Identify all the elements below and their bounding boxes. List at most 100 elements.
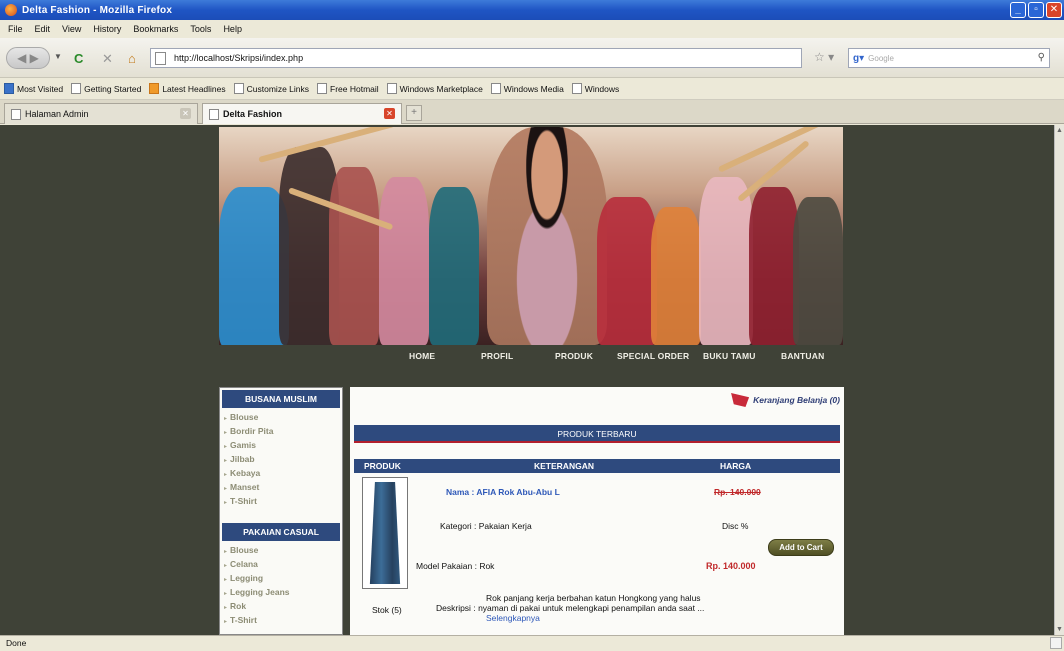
- nav-profil[interactable]: PROFIL: [481, 351, 513, 361]
- stop-icon[interactable]: ✕: [102, 51, 113, 67]
- column-header: KETERANGAN: [534, 461, 594, 471]
- bookmark-free-hotmail[interactable]: Free Hotmail: [317, 83, 379, 94]
- category-link[interactable]: Blouse: [224, 411, 342, 425]
- category-list: Blouse Bordir Pita Gamis Jilbab Kebaya M…: [220, 410, 342, 513]
- back-forward-button[interactable]: ◀ ▶: [6, 47, 50, 69]
- firefox-icon: [5, 4, 17, 16]
- site-nav: HOME PROFIL PRODUK SPECIAL ORDER BUKU TA…: [219, 345, 843, 367]
- shopping-bag-icon: [731, 393, 750, 407]
- vertical-scrollbar[interactable]: ▲ ▼: [1054, 125, 1064, 635]
- home-icon[interactable]: ⌂: [128, 51, 136, 66]
- category-link[interactable]: T-Shirt: [224, 495, 342, 509]
- nav-special-order[interactable]: SPECIAL ORDER: [617, 351, 689, 361]
- scroll-up-icon[interactable]: ▲: [1056, 127, 1063, 134]
- window-controls: _ ▫ ✕: [1010, 2, 1062, 18]
- reload-icon[interactable]: C: [74, 51, 83, 66]
- close-window-button[interactable]: ✕: [1046, 2, 1062, 18]
- old-price: Rp. 140.000: [714, 487, 761, 497]
- status-text: Done: [6, 638, 27, 648]
- page-icon: [233, 83, 244, 94]
- page-icon: [317, 83, 327, 94]
- address-url: http://localhost/Skripsi/index.php: [174, 53, 304, 63]
- bookmark-star-icon[interactable]: ☆ ▾: [814, 50, 834, 64]
- search-icon[interactable]: ⚲: [1038, 52, 1045, 63]
- category-link[interactable]: Kebaya: [224, 467, 342, 481]
- banner-dress: [379, 177, 429, 345]
- category-heading: BUSANA MUSLIM: [222, 390, 340, 408]
- nav-produk[interactable]: PRODUK: [555, 351, 593, 361]
- page-icon: [209, 108, 219, 120]
- menu-tools[interactable]: Tools: [190, 24, 211, 34]
- menu-bookmarks[interactable]: Bookmarks: [133, 24, 178, 34]
- add-to-cart-button[interactable]: Add to Cart: [768, 539, 834, 556]
- site-banner: [219, 127, 843, 345]
- page-viewport: HOME PROFIL PRODUK SPECIAL ORDER BUKU TA…: [0, 125, 1054, 635]
- bookmark-windows-media[interactable]: Windows Media: [490, 83, 564, 94]
- category-link[interactable]: T-Shirt: [224, 614, 342, 628]
- product-image[interactable]: [362, 477, 408, 589]
- category-link[interactable]: Rok: [224, 600, 342, 614]
- description-line: Rok panjang kerja berbahan katun Hongkon…: [486, 593, 701, 603]
- bookmark-getting-started[interactable]: Getting Started: [71, 83, 141, 94]
- section-title: PRODUK TERBARU: [354, 425, 840, 443]
- rss-icon: [149, 83, 160, 94]
- tab-halaman-admin[interactable]: Halaman Admin ✕: [4, 103, 198, 124]
- maximize-button[interactable]: ▫: [1028, 2, 1044, 18]
- minimize-button[interactable]: _: [1010, 2, 1026, 18]
- scroll-down-icon[interactable]: ▼: [1056, 626, 1063, 633]
- menu-view[interactable]: View: [62, 24, 81, 34]
- banner-dress: [699, 177, 753, 345]
- bookmark-windows[interactable]: Windows: [571, 83, 619, 94]
- nav-bantuan[interactable]: BANTUAN: [781, 351, 824, 361]
- column-header: HARGA: [720, 461, 752, 471]
- most-visited-icon: [4, 83, 14, 94]
- product-model: Model Pakaian : Rok: [416, 561, 495, 571]
- description-label: Deskripsi :: [436, 603, 476, 613]
- menu-help[interactable]: Help: [223, 24, 242, 34]
- category-heading: PAKAIAN CASUAL: [222, 523, 340, 541]
- menu-file[interactable]: File: [8, 24, 23, 34]
- category-link[interactable]: Manset: [224, 481, 342, 495]
- tab-label: Halaman Admin: [25, 109, 89, 119]
- nav-home[interactable]: HOME: [409, 351, 435, 361]
- category-link[interactable]: Jilbab: [224, 453, 342, 467]
- bookmark-most-visited[interactable]: Most Visited: [4, 83, 63, 94]
- category-link[interactable]: Legging Jeans: [224, 586, 342, 600]
- close-tab-icon[interactable]: ✕: [384, 108, 395, 119]
- category-link[interactable]: Gamis: [224, 439, 342, 453]
- tab-delta-fashion[interactable]: Delta Fashion ✕: [202, 103, 402, 124]
- banner-dress: [329, 167, 379, 345]
- category-sidebar: BUSANA MUSLIM Blouse Bordir Pita Gamis J…: [219, 387, 343, 635]
- product-name[interactable]: Nama : AFIA Rok Abu-Abu L: [446, 487, 560, 497]
- page-icon: [155, 51, 166, 65]
- bookmark-windows-marketplace[interactable]: Windows Marketplace: [386, 83, 483, 94]
- description-line: nyaman di pakai untuk melengkapi penampi…: [478, 603, 705, 613]
- bookmark-customize-links[interactable]: Customize Links: [233, 83, 309, 94]
- google-icon[interactable]: g▾: [853, 53, 864, 64]
- category-link[interactable]: Blouse: [224, 544, 342, 558]
- close-tab-icon[interactable]: ✕: [180, 108, 191, 119]
- navigation-toolbar: ◀ ▶ ▼ C ✕ ⌂ http://localhost/Skripsi/ind…: [0, 38, 1064, 78]
- category-link[interactable]: Bordir Pita: [224, 425, 342, 439]
- shopping-cart-link[interactable]: Keranjang Belanja (0): [731, 393, 840, 407]
- new-tab-button[interactable]: +: [406, 105, 422, 121]
- category-link[interactable]: Legging: [224, 572, 342, 586]
- search-box[interactable]: g▾ Google ⚲: [848, 48, 1050, 68]
- history-dropdown-icon[interactable]: ▼: [54, 52, 62, 61]
- cart-label: Keranjang Belanja (0): [753, 395, 840, 405]
- address-bar[interactable]: http://localhost/Skripsi/index.php: [150, 48, 802, 68]
- nav-buku-tamu[interactable]: BUKU TAMU: [703, 351, 756, 361]
- window-title: Delta Fashion - Mozilla Firefox: [22, 4, 173, 16]
- resize-grip-icon[interactable]: [1050, 637, 1062, 649]
- product-description: Rok panjang kerja berbahan katun Hongkon…: [436, 593, 756, 623]
- menu-edit[interactable]: Edit: [35, 24, 51, 34]
- menu-history[interactable]: History: [93, 24, 121, 34]
- product-price: Rp. 140.000: [706, 561, 756, 571]
- add-to-cart-label: Add to Cart: [779, 543, 823, 552]
- window-title-bar: Delta Fashion - Mozilla Firefox _ ▫ ✕: [0, 0, 1064, 20]
- read-more-link[interactable]: Selengkapnya: [486, 613, 540, 623]
- tab-label: Delta Fashion: [223, 109, 283, 119]
- category-link[interactable]: Celana: [224, 558, 342, 572]
- page-icon: [386, 83, 397, 94]
- bookmark-latest-headlines[interactable]: Latest Headlines: [149, 83, 226, 94]
